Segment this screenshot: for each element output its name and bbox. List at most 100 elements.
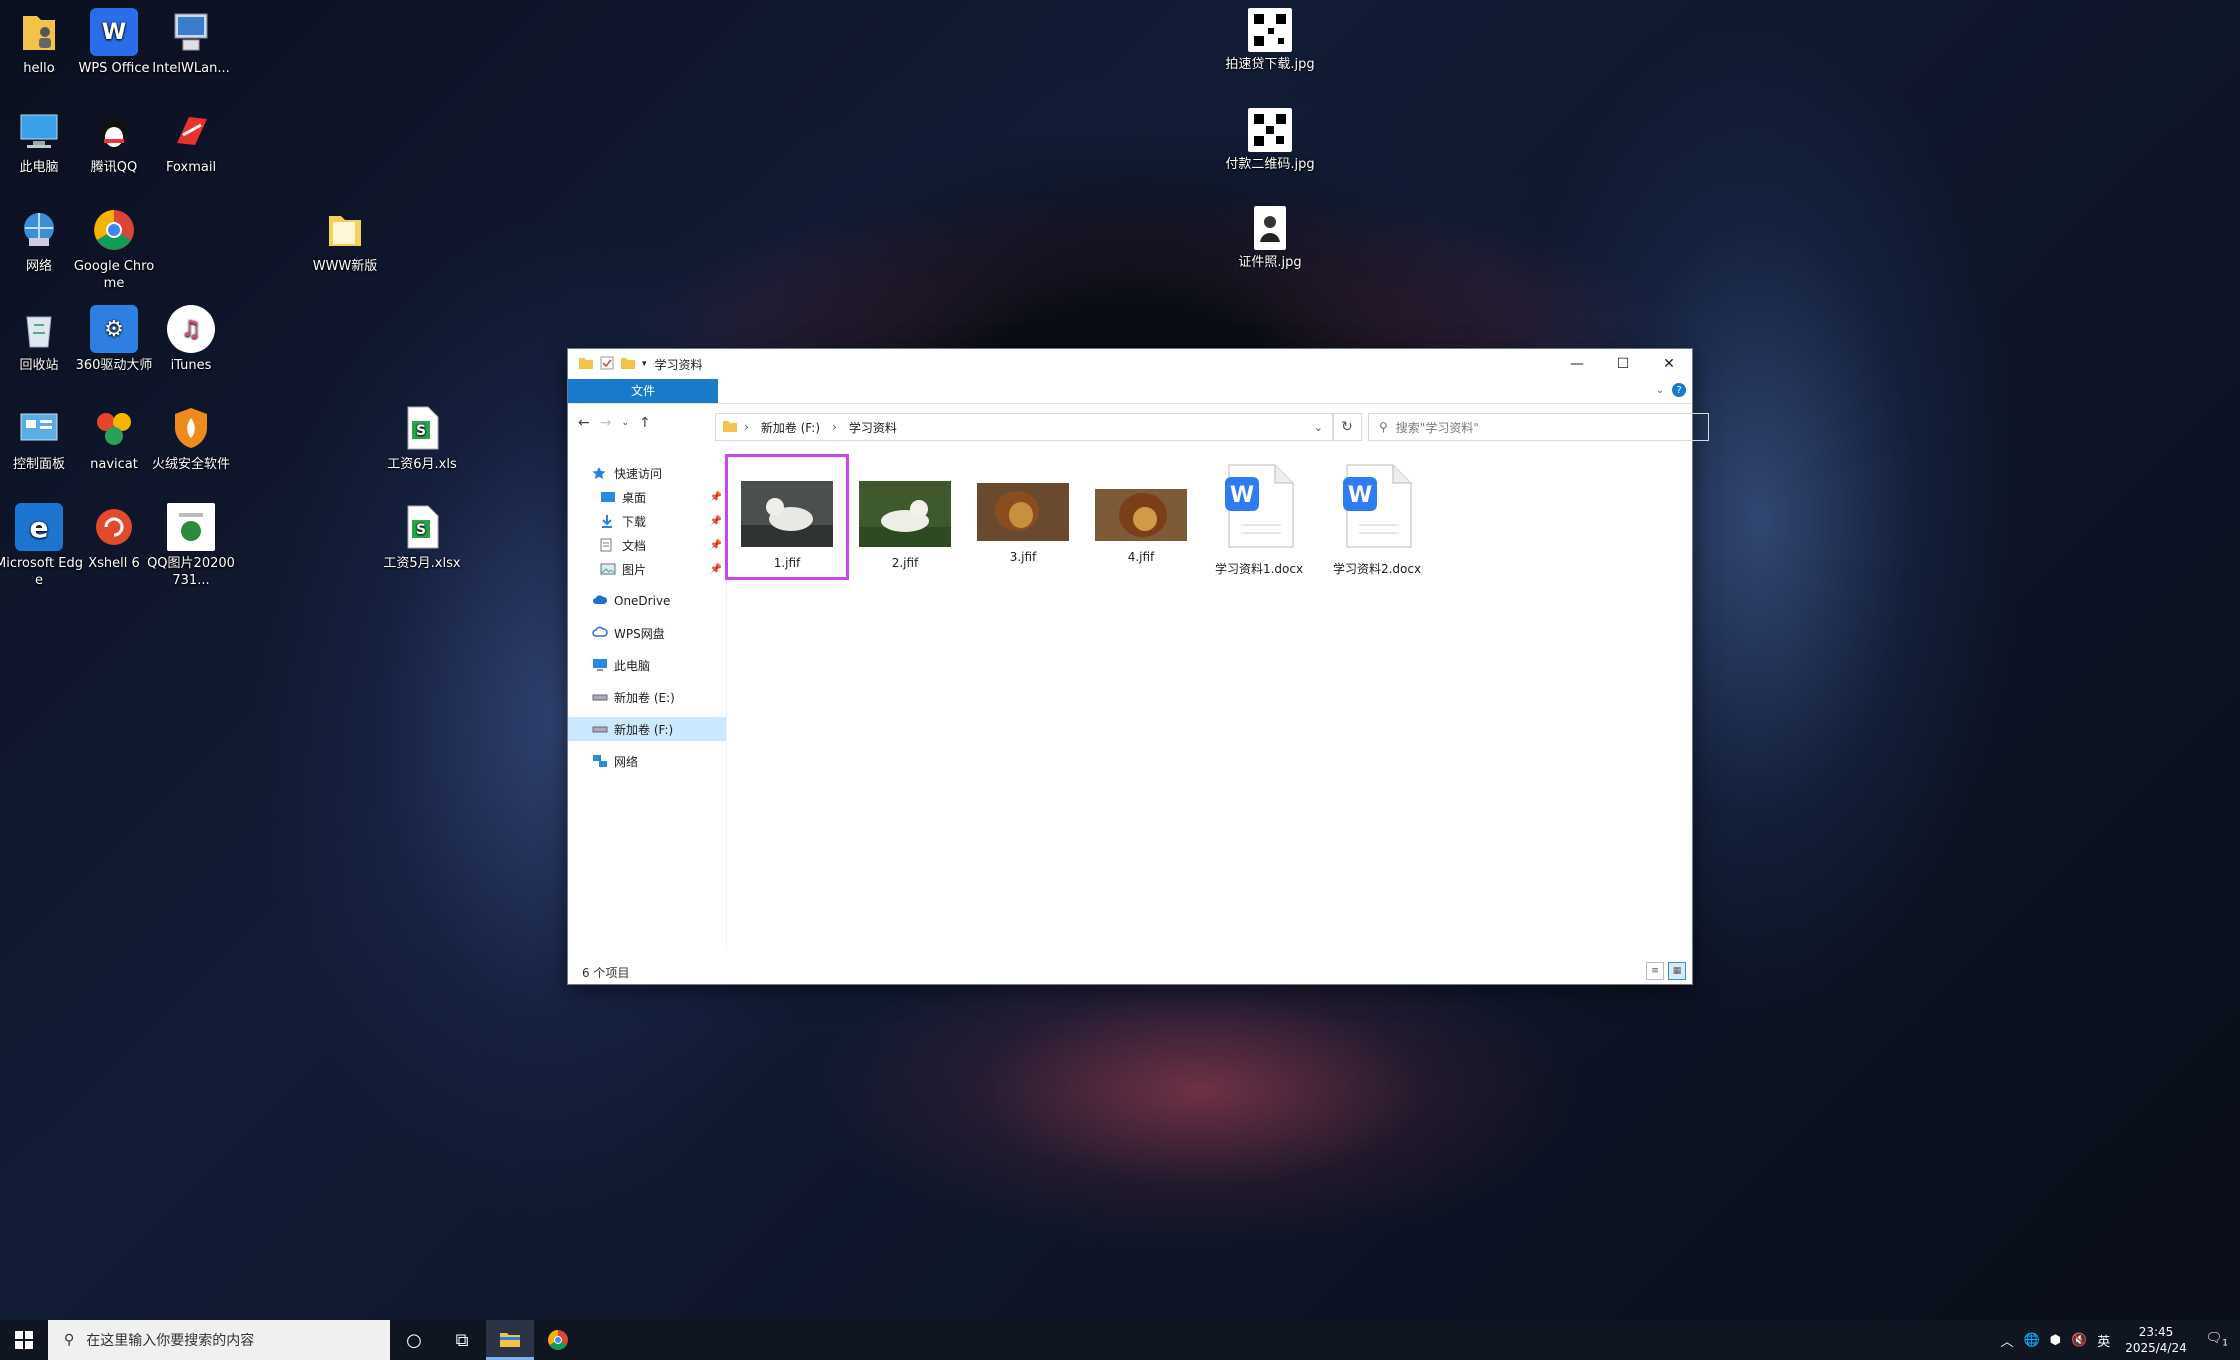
clock-time: 23:45	[2138, 1325, 2174, 1339]
image-thumbnail-icon	[859, 481, 951, 547]
svg-text:S: S	[416, 522, 426, 538]
windows-logo-icon	[15, 1331, 33, 1349]
sidebar-item-drive-f[interactable]: 新加卷 (F:)	[568, 717, 726, 741]
sidebar-item-onedrive[interactable]: OneDrive	[568, 589, 726, 613]
wps-document-icon: W	[1343, 464, 1412, 548]
desktop-icon-salary-june[interactable]: S 工资6月.xls	[376, 404, 468, 473]
sidebar-item-pictures[interactable]: 图片 📌	[568, 557, 726, 581]
minimize-button[interactable]: —	[1554, 349, 1600, 379]
forward-arrow-icon[interactable]: →	[600, 415, 612, 431]
details-view-icon[interactable]: ≡	[1646, 962, 1664, 980]
desktop-icon-www[interactable]: WWW新版	[299, 206, 391, 275]
tab-file[interactable]: 文件	[568, 379, 718, 403]
search-icon: ⚲	[64, 1332, 75, 1348]
network-globe-icon[interactable]: 🌐	[2018, 1333, 2044, 1348]
sidebar-item-desktop[interactable]: 桌面 📌	[568, 485, 726, 509]
file-item-docx-1[interactable]: W 学习资料1.docx	[1200, 457, 1318, 577]
breadcrumb-drive-f[interactable]: 新加卷 (F:)	[755, 419, 826, 436]
cloud-icon	[592, 594, 608, 608]
ime-indicator[interactable]: 英	[2092, 1331, 2115, 1350]
folder-icon	[722, 419, 738, 436]
file-item-2-jfif[interactable]: 2.jfif	[846, 457, 964, 570]
notification-center-icon[interactable]: 🗨1	[2201, 1331, 2240, 1349]
recent-locations-icon[interactable]: ⌄	[621, 418, 629, 428]
wps-cloud-icon	[592, 626, 608, 640]
recycle-bin-icon	[15, 305, 63, 353]
download-icon	[600, 514, 616, 528]
desktop-icon-chrome[interactable]: Google Chrome	[68, 206, 160, 292]
notification-count: 1	[2222, 1338, 2228, 1349]
network-icon	[15, 206, 63, 254]
file-item-1-jfif[interactable]: 1.jfif	[725, 454, 849, 580]
clock-date: 2025/4/24	[2125, 1341, 2187, 1355]
start-button[interactable]	[0, 1320, 48, 1360]
image-thumbnail-icon	[977, 483, 1069, 541]
chrome-taskbar-icon[interactable]	[534, 1320, 582, 1360]
desktop-icon-download-jpg[interactable]: 拍速贷下载.jpg	[1222, 8, 1318, 73]
xshell-icon	[90, 503, 138, 551]
sidebar-item-this-pc[interactable]: 此电脑	[568, 653, 726, 677]
sidebar-item-drive-e[interactable]: 新加卷 (E:)	[568, 685, 726, 709]
foxmail-icon	[167, 107, 215, 155]
properties-icon[interactable]	[600, 356, 614, 373]
back-arrow-icon[interactable]: ←	[578, 415, 590, 431]
pin-icon: 📌	[709, 515, 722, 527]
cortana-icon[interactable]: ○	[390, 1320, 438, 1360]
item-count: 6 个项目	[582, 965, 630, 980]
file-item-docx-2[interactable]: W 学习资料2.docx	[1318, 457, 1436, 577]
desktop-icon-salary-may[interactable]: S 工资5月.xlsx	[376, 503, 468, 572]
refresh-button[interactable]: ↻	[1332, 413, 1362, 441]
document-icon	[600, 538, 616, 552]
address-row: ← → ⌄ ↑ › 新加卷 (F:) › 学习资料 ⌄ ↻ ⚲ 搜索"学习资料"	[568, 411, 1709, 441]
task-view-icon[interactable]: ⧉	[438, 1320, 486, 1360]
desktop-icon-id-photo[interactable]: 证件照.jpg	[1222, 206, 1318, 271]
address-bar[interactable]: › 新加卷 (F:) › 学习资料 ⌄	[715, 413, 1334, 441]
title-bar[interactable]: ▾ 学习资料 — ☐ ✕	[568, 349, 1692, 379]
taskbar-search-placeholder: 在这里输入你要搜索的内容	[86, 1333, 255, 1349]
desktop-icon	[600, 490, 616, 504]
help-icon[interactable]: ?	[1672, 383, 1686, 397]
address-dropdown-icon[interactable]: ⌄	[1314, 421, 1323, 434]
desktop-icon-qq-image[interactable]: QQ图片20200731...	[145, 503, 237, 589]
desktop-icon-intelwlan[interactable]: IntelWLan...	[145, 8, 237, 77]
large-icons-view-icon[interactable]: ▦	[1668, 962, 1686, 980]
maximize-button[interactable]: ☐	[1600, 349, 1646, 379]
huorong-icon	[167, 404, 215, 452]
svg-text:W: W	[1348, 483, 1372, 508]
sidebar-item-network[interactable]: 网络	[568, 749, 726, 773]
expand-ribbon-icon[interactable]: ⌄	[1656, 385, 1664, 396]
pin-icon: 📌	[709, 563, 722, 575]
wps-office-icon: W	[90, 8, 138, 56]
desktop-icon-foxmail[interactable]: Foxmail	[145, 107, 237, 176]
chrome-icon	[90, 206, 138, 254]
sidebar-item-quick-access[interactable]: 快速访问	[568, 461, 726, 485]
sidebar-item-downloads[interactable]: 下载 📌	[568, 509, 726, 533]
close-button[interactable]: ✕	[1646, 349, 1692, 379]
control-panel-icon	[15, 404, 63, 452]
spreadsheet-icon: S	[398, 404, 446, 452]
intel-wlan-icon	[167, 8, 215, 56]
sidebar-item-wps-cloud[interactable]: WPS网盘	[568, 621, 726, 645]
desktop-icon-huorong[interactable]: 火绒安全软件	[145, 404, 237, 473]
breadcrumb-current-folder[interactable]: 学习资料	[843, 419, 903, 436]
computer-icon	[592, 658, 608, 672]
ribbon-tabs: 文件 主页 共享 查看 ⌄ ?	[568, 379, 1692, 404]
sidebar-item-documents[interactable]: 文档 📌	[568, 533, 726, 557]
file-item-4-jfif[interactable]: 4.jfif	[1082, 457, 1200, 564]
search-input[interactable]: ⚲ 搜索"学习资料"	[1368, 413, 1709, 441]
taskbar-search-box[interactable]: ⚲ 在这里输入你要搜索的内容	[48, 1320, 390, 1360]
volume-muted-icon[interactable]: 🔇	[2066, 1333, 2092, 1348]
desktop-icon-itunes[interactable]: ♫ iTunes	[145, 305, 237, 374]
show-hidden-icons-icon[interactable]: ︿	[1995, 1331, 2018, 1350]
new-folder-icon[interactable]	[620, 356, 636, 373]
customize-toolbar-icon[interactable]: ▾	[642, 359, 647, 369]
file-explorer-taskbar-icon[interactable]	[486, 1320, 534, 1360]
file-item-3-jfif[interactable]: 3.jfif	[964, 457, 1082, 564]
network-icon	[592, 754, 608, 768]
desktop-icon-payment-qr[interactable]: 付款二维码.jpg	[1222, 108, 1318, 173]
security-icon[interactable]: ⬢	[2045, 1333, 2066, 1348]
qq-icon	[90, 107, 138, 155]
up-arrow-icon[interactable]: ↑	[639, 415, 651, 431]
search-icon: ⚲	[1379, 420, 1388, 434]
clock[interactable]: 23:45 2025/4/24	[2115, 1324, 2201, 1356]
